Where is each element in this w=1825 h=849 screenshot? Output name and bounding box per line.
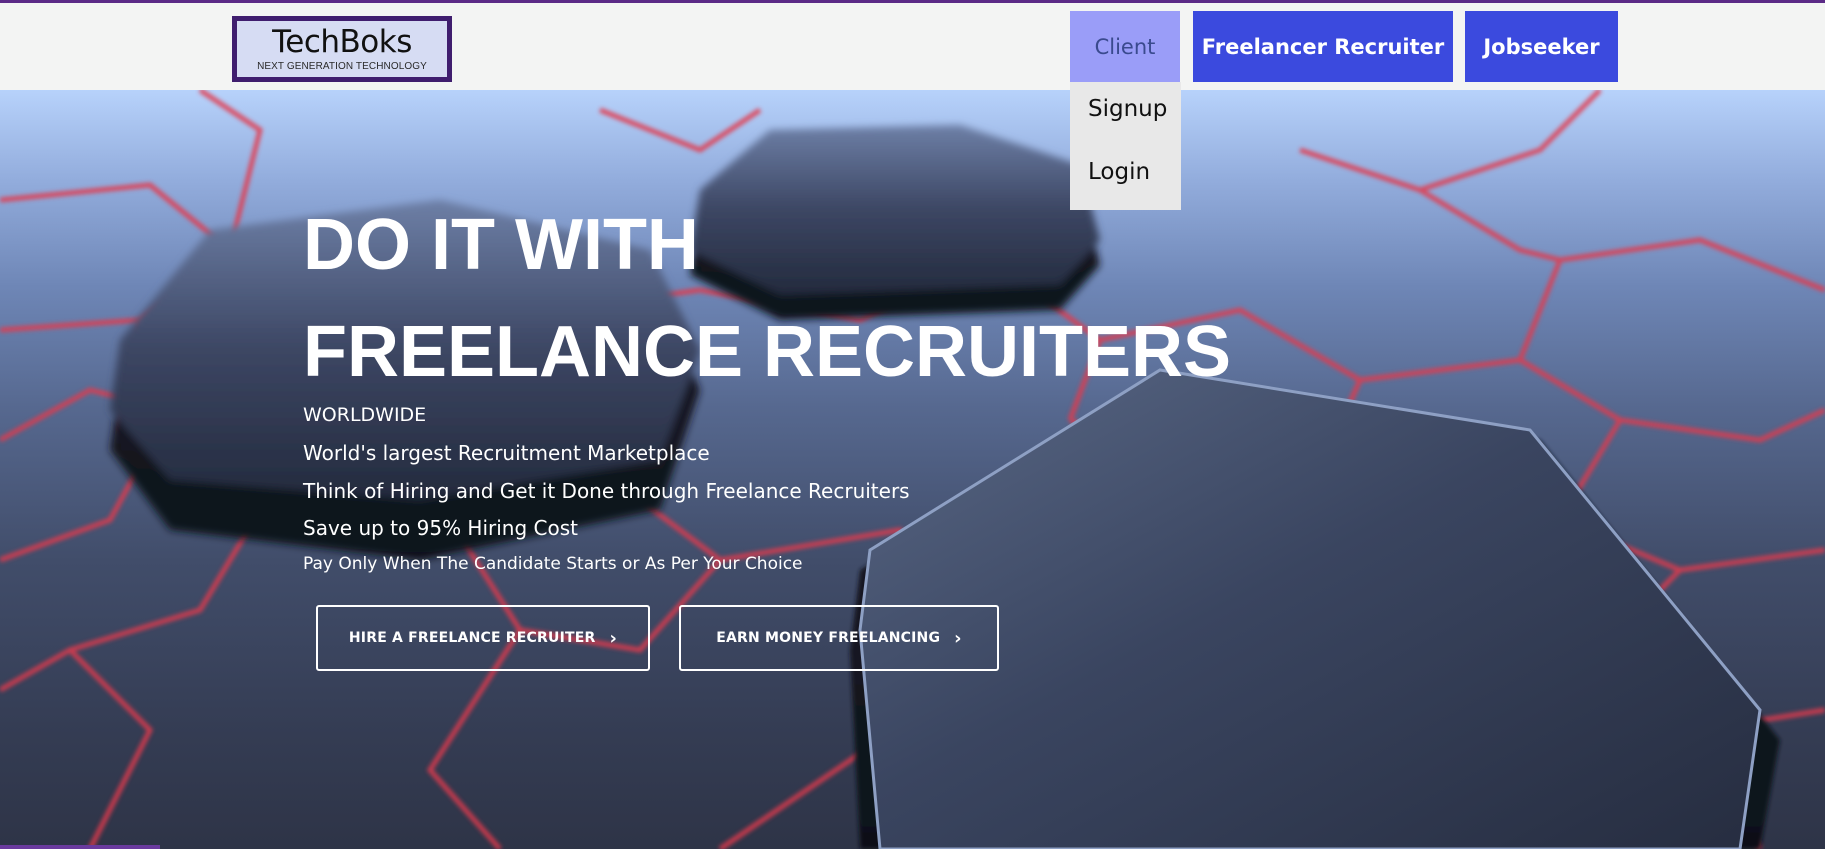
hero-background-image xyxy=(0,90,1825,849)
bottom-accent-bar xyxy=(0,845,160,849)
techboks-logo[interactable]: TechBoks NEXT GENERATION TECHNOLOGY xyxy=(232,16,452,82)
logo-name: TechBoks xyxy=(272,24,412,60)
top-accent-bar xyxy=(0,0,1825,3)
hero-title-line-2: FREELANCE RECRUITERS xyxy=(303,312,1232,392)
hero-text-save-cost: Save up to 95% Hiring Cost xyxy=(303,516,578,540)
chevron-right-icon: › xyxy=(954,627,962,649)
earn-money-freelancing-button[interactable]: EARN MONEY FREELANCING › xyxy=(679,605,999,671)
site-header: TechBoks NEXT GENERATION TECHNOLOGY Clie… xyxy=(0,3,1825,90)
hire-button-label: HIRE A FREELANCE RECRUITER xyxy=(348,630,596,646)
hero-text-pay-only: Pay Only When The Candidate Starts or As… xyxy=(303,554,803,574)
nav-jobseeker-button[interactable]: Jobseeker xyxy=(1465,11,1618,82)
page: TechBoks NEXT GENERATION TECHNOLOGY Clie… xyxy=(0,0,1825,849)
dropdown-item-login[interactable]: Login xyxy=(1088,159,1150,185)
dropdown-item-signup[interactable]: Signup xyxy=(1088,96,1167,122)
hero-text-worldwide: WORLDWIDE xyxy=(303,404,427,426)
hero-title-line-1: DO IT WITH xyxy=(303,205,699,285)
nav-client-button[interactable]: Client xyxy=(1070,11,1180,82)
chevron-right-icon: › xyxy=(609,627,618,649)
earn-button-label: EARN MONEY FREELANCING xyxy=(716,630,941,646)
hero-text-hiring: Think of Hiring and Get it Done through … xyxy=(303,479,910,503)
hexagon-back xyxy=(690,125,1100,320)
nav-freelancer-recruiter-button[interactable]: Freelancer Recruiter xyxy=(1193,11,1453,82)
hero-text-marketplace: World's largest Recruitment Marketplace xyxy=(303,441,710,465)
client-dropdown-menu: Signup Login xyxy=(1070,82,1181,210)
hire-freelance-recruiter-button[interactable]: HIRE A FREELANCE RECRUITER › xyxy=(316,605,650,671)
hero-section: DO IT WITH FREELANCE RECRUITERS WORLDWID… xyxy=(0,90,1825,849)
logo-tagline: NEXT GENERATION TECHNOLOGY xyxy=(257,61,427,72)
